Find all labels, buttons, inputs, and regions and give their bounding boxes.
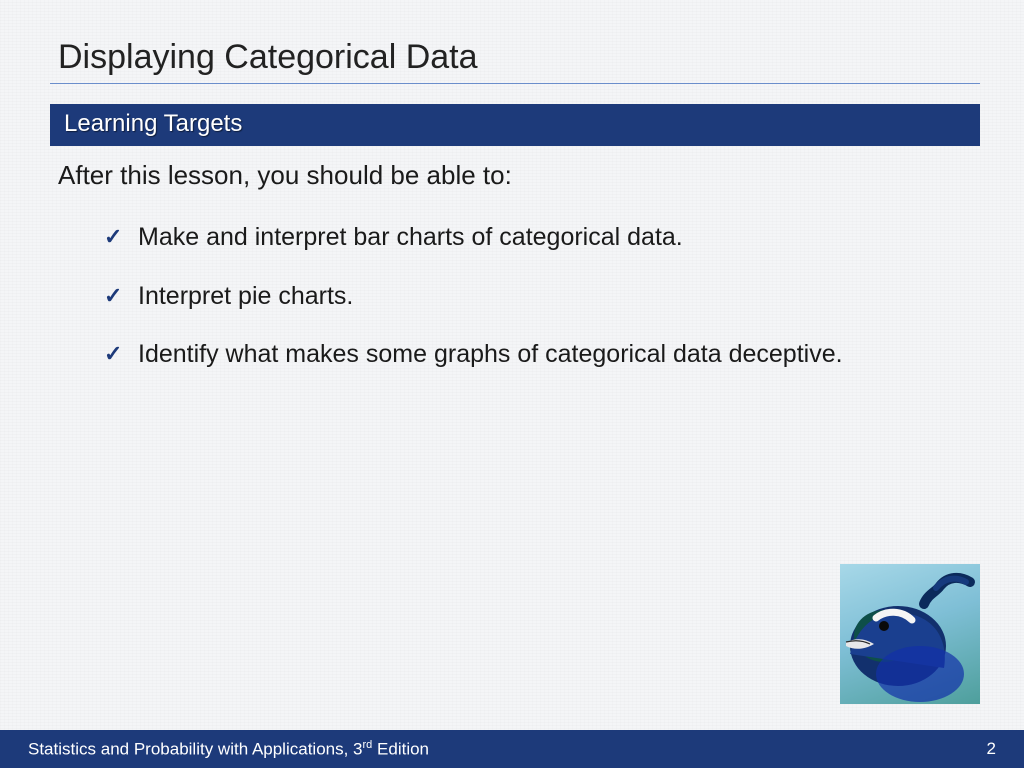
title-divider [50, 83, 980, 84]
intro-text: After this lesson, you should be able to… [0, 146, 1024, 191]
target-text: Identify what makes some graphs of categ… [138, 340, 843, 368]
check-icon: ✓ [104, 223, 122, 252]
target-text: Make and interpret bar charts of categor… [138, 223, 683, 251]
footer-page-number: 2 [987, 739, 996, 759]
learning-targets-heading: Learning Targets [50, 104, 980, 146]
slide-title: Displaying Categorical Data [0, 0, 1024, 77]
decorative-image [840, 564, 980, 704]
footer-book-prefix: Statistics and Probability with Applicat… [28, 739, 363, 758]
slide: Displaying Categorical Data Learning Tar… [0, 0, 1024, 768]
footer-book-suffix: Edition [372, 739, 429, 758]
targets-list: ✓ Make and interpret bar charts of categ… [0, 191, 1024, 397]
footer-book-ordinal: rd [363, 739, 373, 751]
check-icon: ✓ [104, 282, 122, 311]
check-icon: ✓ [104, 340, 122, 369]
list-item: ✓ Identify what makes some graphs of cat… [104, 338, 1024, 397]
footer-bar: Statistics and Probability with Applicat… [0, 730, 1024, 768]
footer-book-title: Statistics and Probability with Applicat… [28, 739, 429, 760]
list-item: ✓ Interpret pie charts. [104, 280, 1024, 339]
list-item: ✓ Make and interpret bar charts of categ… [104, 221, 1024, 280]
target-text: Interpret pie charts. [138, 282, 353, 310]
